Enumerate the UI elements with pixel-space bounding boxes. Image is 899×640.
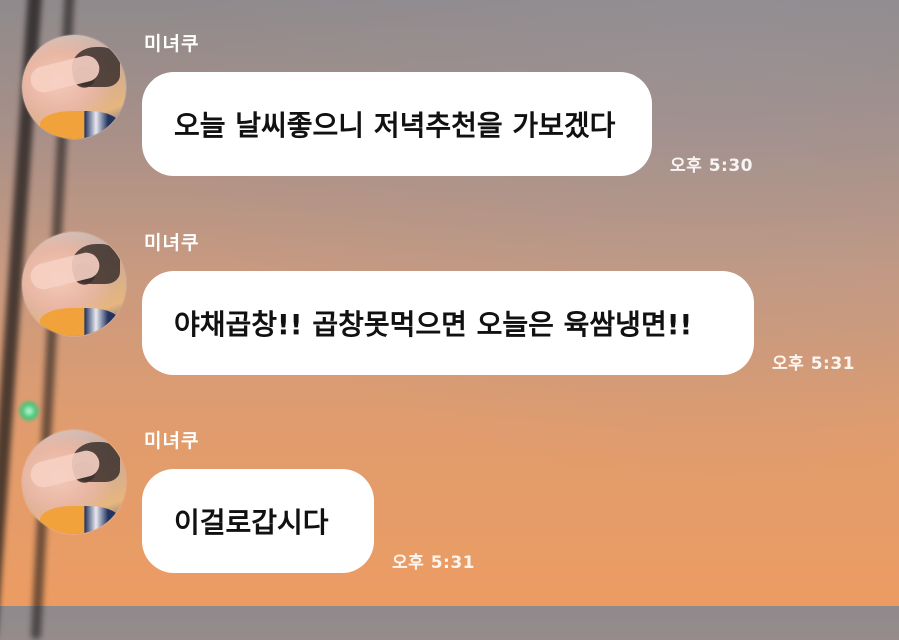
background-light bbox=[18, 400, 40, 422]
message-time: 오후 5:31 bbox=[772, 354, 855, 374]
avatar-shirt bbox=[40, 308, 120, 336]
sender-name[interactable]: 미녀쿠 bbox=[144, 228, 199, 255]
message-text: 이걸로갑시다 bbox=[174, 506, 329, 539]
message-bubble[interactable]: 이걸로갑시다 bbox=[142, 469, 374, 573]
message-text: 오늘 날씨좋으니 저녁추천을 가보겠다 bbox=[174, 109, 616, 142]
message-time: 오후 5:31 bbox=[392, 553, 475, 573]
avatar-hand bbox=[27, 249, 103, 293]
message-bubble[interactable]: 오늘 날씨좋으니 저녁추천을 가보겠다 bbox=[142, 72, 652, 176]
avatar[interactable] bbox=[22, 232, 126, 336]
message-time: 오후 5:30 bbox=[670, 156, 753, 176]
avatar-hand bbox=[27, 52, 103, 96]
avatar[interactable] bbox=[22, 430, 126, 534]
avatar[interactable] bbox=[22, 35, 126, 139]
avatar-shirt bbox=[40, 506, 120, 534]
sender-name[interactable]: 미녀쿠 bbox=[144, 29, 199, 56]
avatar-hand bbox=[27, 447, 103, 491]
message-text: 야채곱창!! 곱창못먹으면 오늘은 육쌈냉면!! bbox=[174, 308, 693, 341]
sender-name[interactable]: 미녀쿠 bbox=[144, 426, 199, 453]
message-bubble[interactable]: 야채곱창!! 곱창못먹으면 오늘은 육쌈냉면!! bbox=[142, 271, 754, 375]
avatar-shirt bbox=[40, 111, 120, 139]
